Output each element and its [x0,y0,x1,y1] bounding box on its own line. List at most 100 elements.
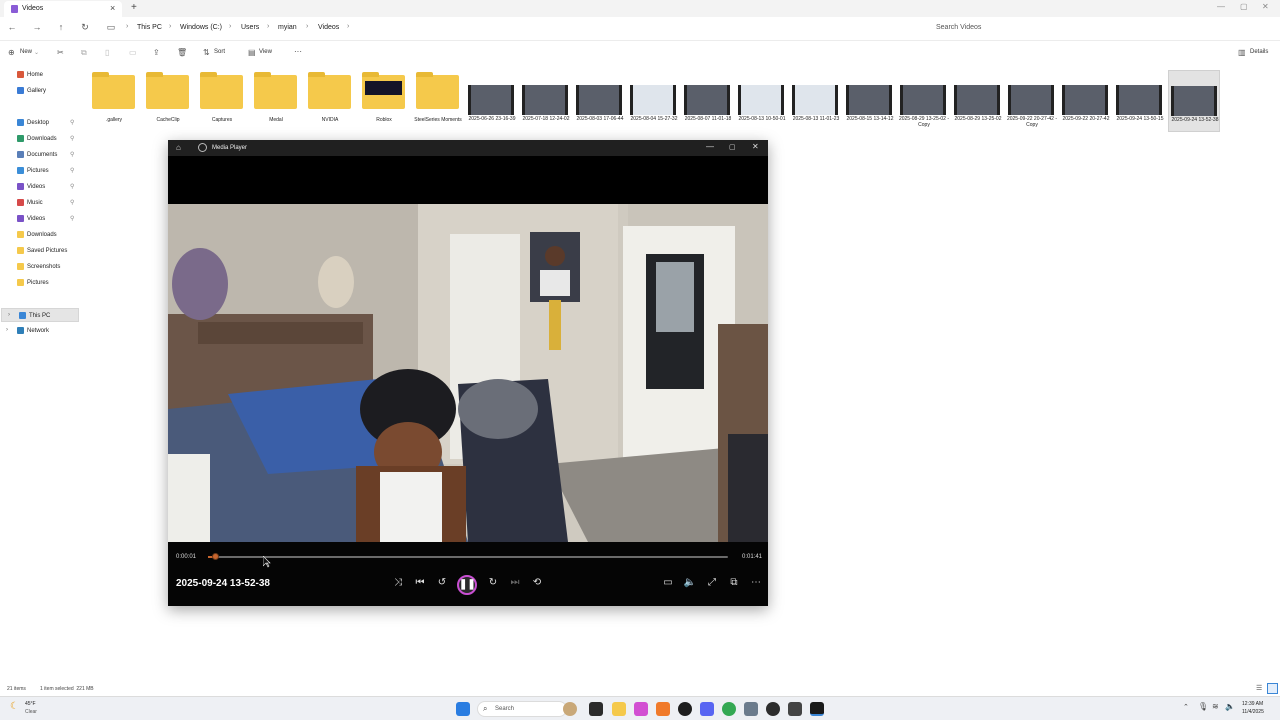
settings-gear-icon[interactable] [744,702,758,716]
sidebar-item-saved-pictures[interactable]: Saved Pictures [0,244,78,258]
video-file-item[interactable]: 2025-09-24 13-50-15 [1114,70,1166,132]
copilot-badge-icon[interactable] [563,702,577,716]
app-dark-icon[interactable] [766,702,780,716]
task-view-icon[interactable] [589,702,603,716]
breadcrumb-videos[interactable]: Videos [318,24,339,31]
app-a-icon[interactable] [656,702,670,716]
seek-handle[interactable] [212,553,220,560]
search-input[interactable]: Search Videos [930,21,1270,36]
sidebar-item-screenshots[interactable]: Screenshots [0,260,78,274]
file-explorer-icon[interactable] [612,702,626,716]
video-file-item[interactable]: 2025-08-29 13-25-02 - Copy [898,70,950,132]
new-button[interactable]: New [20,49,32,55]
volume-tray-icon[interactable]: 🔈 [1225,702,1235,711]
video-file-item[interactable]: 2025-08-03 17-06-44 [574,70,626,132]
captions-icon[interactable]: ▭ [661,577,675,588]
home-icon[interactable]: ⌂ [176,143,181,152]
pin-icon[interactable]: ⚲ [70,151,74,158]
folder-item[interactable]: SteelSeries Moments [412,70,464,132]
sidebar-item-desktop[interactable]: Desktop ⚲ [0,116,78,130]
folder-item[interactable]: CacheClip [142,70,194,132]
sidebar-item-gallery[interactable]: Gallery [0,84,78,98]
up-icon[interactable]: ↑ [55,22,67,32]
pin-icon[interactable]: ⚲ [70,183,74,190]
maximize-button[interactable]: ▢ [1240,2,1248,11]
folder-item[interactable]: Medal [250,70,302,132]
copy-icon[interactable]: ⧉ [81,48,87,58]
pin-icon[interactable]: ⚲ [70,215,74,222]
repeat-off-icon[interactable]: ⟲ [530,577,544,588]
sidebar-item-pictures[interactable]: Pictures [0,276,78,290]
back-icon[interactable]: ← [6,22,18,32]
close-tab-icon[interactable]: × [110,3,115,13]
sidebar-item-music[interactable]: Music ⚲ [0,196,78,210]
breadcrumb-users[interactable]: Users [241,24,259,31]
folder-item[interactable]: NVIDIA [304,70,356,132]
skip-back-icon[interactable]: ↺ [435,577,449,588]
breadcrumb-windows-c[interactable]: Windows (C:) [180,24,222,31]
sidebar-item-videos[interactable]: Videos ⚲ [0,180,78,194]
folder-item[interactable]: Captures [196,70,248,132]
start-windows-icon[interactable] [456,702,470,716]
minimize-button[interactable]: — [1217,2,1225,11]
breadcrumb-this-pc[interactable]: This PC [137,24,162,31]
delete-icon[interactable]: 🗑 [177,48,187,57]
sidebar-item-downloads[interactable]: Downloads [0,228,78,242]
close-window-button[interactable]: ✕ [1262,2,1269,11]
video-file-item[interactable]: 2025-08-13 10-50-01 [736,70,788,132]
new-tab-button[interactable]: + [131,2,137,13]
shuffle-icon[interactable]: ⤨ [391,577,405,588]
pause-button[interactable]: ❚❚ [457,575,477,595]
sidebar-item-pictures[interactable]: Pictures ⚲ [0,164,78,178]
skip-forward-icon[interactable]: ↻ [486,577,500,588]
video-file-item[interactable]: 2025-08-15 13-14-12 [844,70,896,132]
microphone-icon[interactable]: 🎙 [1198,702,1208,711]
app-lines-icon[interactable] [788,702,802,716]
discord-icon[interactable] [700,702,714,716]
taskbar-search[interactable]: ⌕ Search [477,701,567,717]
video-file-item[interactable]: 2025-06-26 23-16-39 [466,70,518,132]
video-file-item[interactable]: 2025-09-22 20-27-42 [1060,70,1112,132]
rename-icon[interactable]: ▭ [129,48,137,57]
sidebar-item-home[interactable]: Home [0,68,78,82]
player-minimize-button[interactable]: — [706,142,714,151]
forward-icon[interactable]: → [31,22,43,32]
breadcrumb-user[interactable]: myian [278,24,297,31]
previous-icon[interactable]: ⏮ [413,577,427,588]
player-maximize-button[interactable]: ▢ [729,143,736,151]
refresh-icon[interactable]: ↻ [79,22,91,33]
pin-icon[interactable]: ⚲ [70,199,74,206]
video-file-item[interactable]: 2025-08-07 11-01-18 [682,70,734,132]
seek-bar[interactable] [208,553,728,560]
clock-date[interactable]: 11/4/2025 [1242,709,1264,715]
video-file-item[interactable]: 2025-08-04 15-27-32 [628,70,680,132]
sidebar-item-videos[interactable]: Videos ⚲ [0,212,78,226]
details-button[interactable]: Details [1250,49,1268,55]
video-frame[interactable] [168,204,768,542]
pin-icon[interactable]: ⚲ [70,135,74,142]
github-icon[interactable] [678,702,692,716]
sidebar-item-downloads[interactable]: Downloads ⚲ [0,132,78,146]
tiles-view-icon[interactable] [1267,683,1278,694]
volume-icon[interactable]: 🔈 [683,577,697,588]
paste-icon[interactable]: ▯ [105,48,109,57]
mini-player-icon[interactable]: ⧉ [727,577,741,588]
view-button[interactable]: View [259,49,272,55]
video-file-item[interactable]: 2025-09-22 20-27-42 - Copy [1006,70,1058,132]
music-app-icon[interactable] [634,702,648,716]
video-file-item[interactable]: 2025-09-24 13-52-38 [1168,70,1220,132]
pin-icon[interactable]: ⚲ [70,167,74,174]
sort-button[interactable]: Sort [214,49,225,55]
folder-item[interactable]: Roblox [358,70,410,132]
more-options-icon[interactable]: ⋯ [749,577,763,588]
sidebar-item-network[interactable]: › Network [0,324,78,338]
tab-videos[interactable]: Videos × [4,1,122,17]
media-player-taskbar-icon[interactable] [810,702,824,716]
wifi-icon[interactable]: ≋ [1212,702,1219,711]
folder-item[interactable]: .gallery [88,70,140,132]
video-file-item[interactable]: 2025-08-29 13-25-02 [952,70,1004,132]
sidebar-item-this-pc[interactable]: › This PC [1,308,79,322]
cut-icon[interactable]: ✂ [57,48,64,57]
video-file-item[interactable]: 2025-07-18 12-24-02 [520,70,572,132]
list-view-icon[interactable]: ☰ [1256,684,1262,692]
